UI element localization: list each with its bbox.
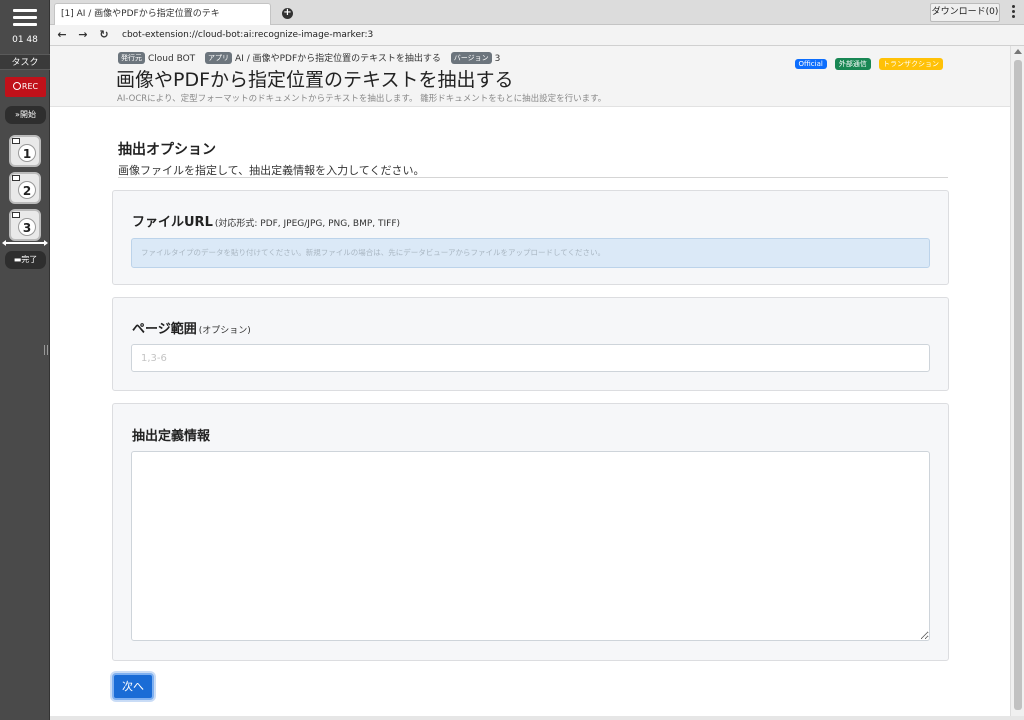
tab-active[interactable]: [1] AI / 画像やPDFから指定位置のテキ [54, 3, 271, 25]
task-sidebar: 01 48 タスク REC »開始 1 2 3 ▬完了 [0, 0, 50, 720]
version-number: 3 [494, 54, 501, 64]
scroll-thumb[interactable] [1014, 60, 1022, 710]
file-url-label: ファイルURL (対応形式: PDF, JPEG/JPG, PNG, BMP, T… [132, 211, 400, 230]
extraction-definition-card: 抽出定義情報 [112, 403, 949, 661]
app-name: AI / 画像やPDFから指定位置のテキストを抽出する [235, 54, 441, 64]
extraction-definition-textarea[interactable] [131, 451, 930, 641]
file-url-hint: (対応形式: PDF, JPEG/JPG, PNG, BMP, TIFF) [214, 219, 401, 229]
extraction-definition-label: 抽出定義情報 [132, 429, 211, 444]
step-button-1[interactable]: 1 [9, 135, 41, 167]
menu-icon[interactable] [13, 9, 37, 27]
done-label: 完了 [21, 255, 38, 264]
publisher-name: Cloud BOT [148, 54, 196, 64]
done-button[interactable]: ▬完了 [5, 251, 46, 269]
window-icon [12, 138, 20, 144]
task-label: タスク [0, 54, 50, 70]
page-title: 画像やPDFから指定位置のテキストを抽出する [116, 69, 514, 91]
page-scrollbar[interactable] [1010, 46, 1024, 716]
bottom-bar [50, 716, 1024, 720]
page-range-input[interactable] [131, 344, 930, 372]
window-icon [12, 175, 20, 181]
reload-icon[interactable]: ↻ [96, 27, 112, 43]
scroll-up-icon[interactable] [1014, 49, 1022, 54]
file-url-card: ファイルURL (対応形式: PDF, JPEG/JPG, PNG, BMP, T… [112, 190, 949, 285]
more-vertical-icon[interactable] [1008, 5, 1018, 21]
page-viewport: 発行元 Cloud BOT アプリ AI / 画像やPDFから指定位置のテキストを抽… [50, 46, 1010, 716]
tab-bar: [1] AI / 画像やPDFから指定位置のテキ + ダウンロード(0) [50, 0, 1024, 25]
timer: 01 48 [12, 35, 38, 45]
rec-button[interactable]: REC [5, 77, 46, 97]
url-field[interactable]: cbot-extension://cloud-bot:ai:recognize-… [118, 27, 1018, 44]
transaction-badge: トランザクション [879, 58, 943, 70]
address-bar: ← → ↻ cbot-extension://cloud-bot:ai:reco… [50, 25, 1024, 46]
record-icon [12, 82, 21, 90]
start-label: 開始 [19, 110, 36, 119]
step-number: 3 [18, 218, 36, 236]
page-range-label: ページ範囲 (オプション) [132, 318, 251, 337]
file-url-label-text: ファイルURL [132, 215, 213, 230]
app-tag: アプリ [205, 52, 233, 64]
plus-icon: + [282, 7, 293, 19]
page-range-label-text: ページ範囲 [132, 322, 197, 337]
publisher-tag: 発行元 [118, 52, 145, 64]
page-range-card: ページ範囲 (オプション) [112, 297, 949, 391]
app-badges: Official 外部通信 トランザクション [792, 51, 943, 70]
app-meta: 発行元 Cloud BOT アプリ AI / 画像やPDFから指定位置のテキストを抽… [118, 51, 507, 64]
section-description: 画像ファイルを指定して、抽出定義情報を入力してください。 [118, 164, 425, 177]
official-badge: Official [794, 59, 827, 69]
download-button[interactable]: ダウンロード(0) [930, 3, 1000, 22]
page-header: 発行元 Cloud BOT アプリ AI / 画像やPDFから指定位置のテキストを抽… [50, 46, 1010, 107]
section-title: 抽出オプション [118, 142, 216, 158]
page-range-hint: (オプション) [198, 326, 251, 336]
step-track [2, 240, 48, 246]
version-tag: バージョン [450, 52, 492, 64]
file-url-input[interactable]: ファイルタイプのデータを貼り付けてください。新規ファイルの場合は、先にデータビュ… [131, 238, 930, 268]
next-button[interactable]: 次へ [112, 673, 154, 700]
play-icon [12, 212, 20, 218]
back-arrow-icon[interactable]: ← [54, 27, 70, 43]
resize-handle[interactable] [44, 345, 48, 355]
rec-label: REC [21, 82, 39, 91]
external-comm-badge: 外部通信 [834, 58, 871, 70]
app-window: 01 48 タスク REC »開始 1 2 3 ▬完了 [1] AI / 画像や… [0, 0, 1024, 720]
step-button-2[interactable]: 2 [9, 172, 41, 204]
page-subtitle: AI-OCRにより、定型フォーマットのドキュメントからテキストを抽出します。 雛… [117, 94, 607, 104]
forward-arrow-icon[interactable]: → [75, 27, 91, 43]
divider [118, 177, 948, 178]
start-button[interactable]: »開始 [5, 106, 46, 124]
new-tab-button[interactable]: + [277, 5, 297, 23]
step-button-3[interactable]: 3 [9, 209, 41, 241]
step-number: 2 [18, 181, 36, 199]
step-number: 1 [18, 144, 36, 162]
